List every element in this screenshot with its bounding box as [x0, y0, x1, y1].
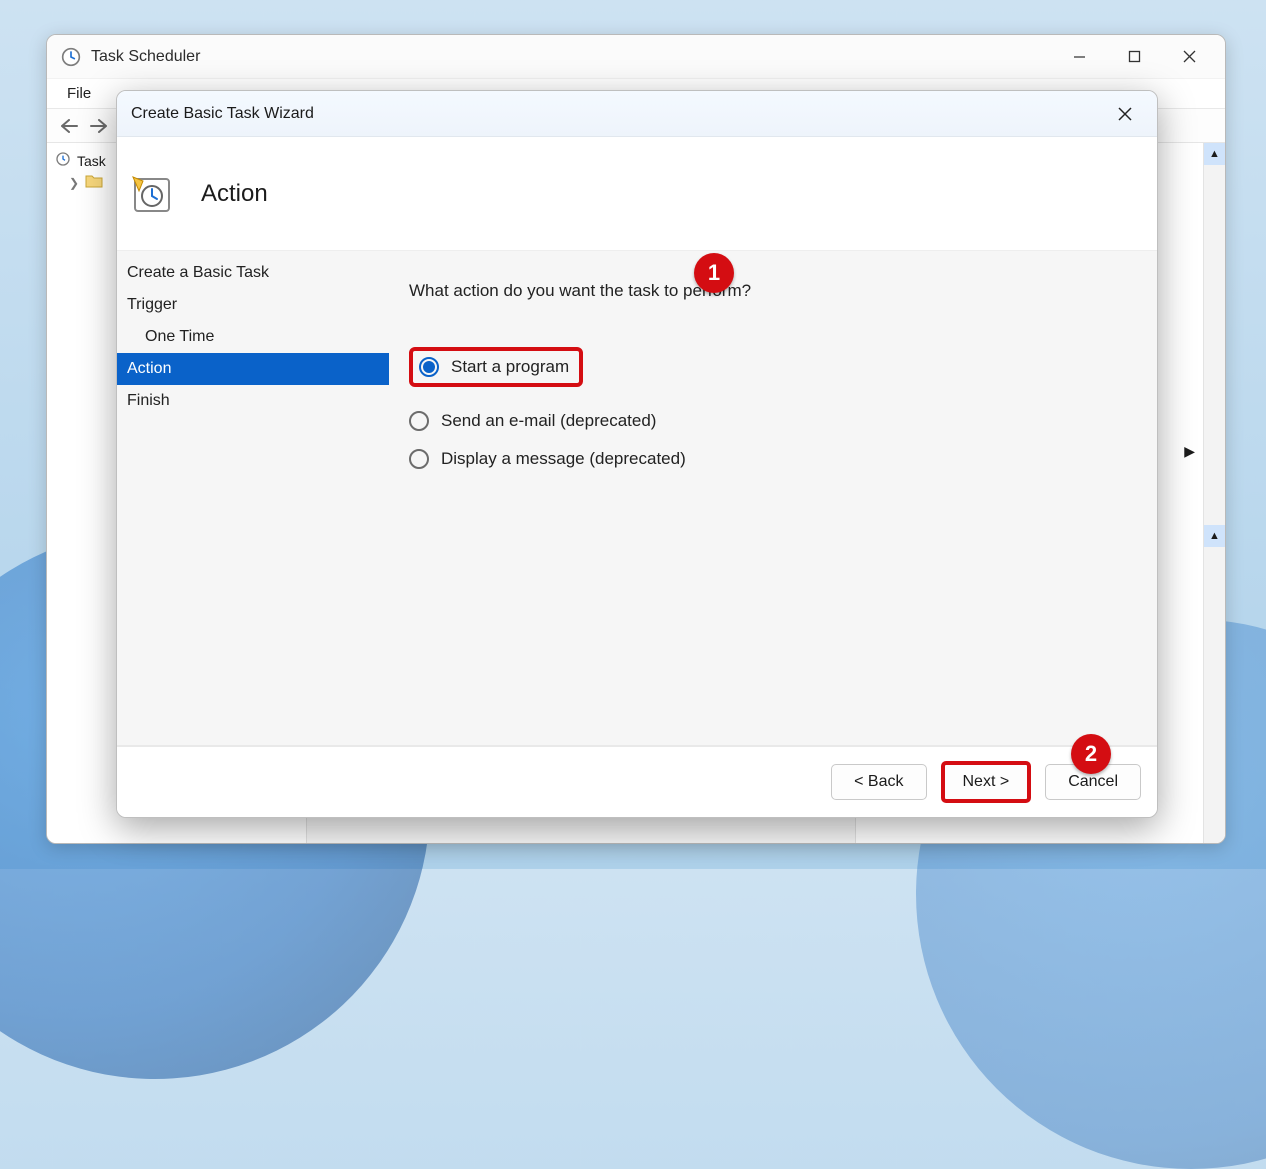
- wizard-content: What action do you want the task to perf…: [389, 251, 1157, 745]
- radio-label: Send an e-mail (deprecated): [441, 411, 656, 431]
- radio-start-a-program[interactable]: Start a program: [409, 347, 583, 387]
- wizard-title: Create Basic Task Wizard: [131, 105, 314, 123]
- maximize-button[interactable]: [1107, 38, 1162, 76]
- wizard-footer: < Back Next > Cancel: [117, 745, 1157, 817]
- nav-action[interactable]: Action: [117, 353, 389, 385]
- nav-trigger[interactable]: Trigger: [117, 289, 389, 321]
- next-button[interactable]: Next >: [941, 761, 1032, 803]
- scroll-up-icon[interactable]: ▲: [1204, 525, 1225, 547]
- scrollbar[interactable]: ▲ ▲: [1203, 143, 1225, 843]
- folder-icon: [85, 174, 103, 191]
- tree-root-label: Task: [77, 153, 106, 169]
- radio-label: Display a message (deprecated): [441, 449, 686, 469]
- annotation-badge-2: 2: [1071, 734, 1111, 774]
- nav-one-time[interactable]: One Time: [117, 321, 389, 353]
- clock-icon: [55, 151, 71, 170]
- back-button[interactable]: < Back: [831, 764, 926, 800]
- close-button[interactable]: [1162, 38, 1217, 76]
- wizard-nav: Create a Basic Task Trigger One Time Act…: [117, 251, 389, 745]
- create-basic-task-wizard: Create Basic Task Wizard Action Create a…: [116, 90, 1158, 818]
- radio-icon: [409, 449, 429, 469]
- radio-label: Start a program: [451, 357, 569, 377]
- menu-file[interactable]: File: [57, 85, 101, 102]
- calendar-clock-icon: [131, 173, 173, 215]
- annotation-badge-1: 1: [694, 253, 734, 293]
- chevron-right-icon: ❯: [69, 176, 79, 190]
- window-title: Task Scheduler: [91, 48, 200, 66]
- radio-send-email[interactable]: Send an e-mail (deprecated): [409, 411, 1127, 431]
- chevron-right-icon[interactable]: ▶: [1184, 443, 1195, 460]
- nav-finish[interactable]: Finish: [117, 385, 389, 417]
- forward-icon[interactable]: [85, 113, 113, 139]
- radio-display-message[interactable]: Display a message (deprecated): [409, 449, 1127, 469]
- wizard-titlebar[interactable]: Create Basic Task Wizard: [117, 91, 1157, 137]
- radio-icon: [419, 357, 439, 377]
- nav-create-basic-task[interactable]: Create a Basic Task: [117, 257, 389, 289]
- titlebar[interactable]: Task Scheduler: [47, 35, 1225, 79]
- clock-icon: [61, 47, 81, 67]
- prompt-text: What action do you want the task to perf…: [409, 281, 1127, 301]
- wizard-header: Action: [117, 137, 1157, 251]
- scroll-up-icon[interactable]: ▲: [1204, 143, 1225, 165]
- wizard-heading: Action: [201, 180, 268, 208]
- back-icon[interactable]: [55, 113, 83, 139]
- radio-icon: [409, 411, 429, 431]
- close-button[interactable]: [1101, 96, 1149, 132]
- minimize-button[interactable]: [1052, 38, 1107, 76]
